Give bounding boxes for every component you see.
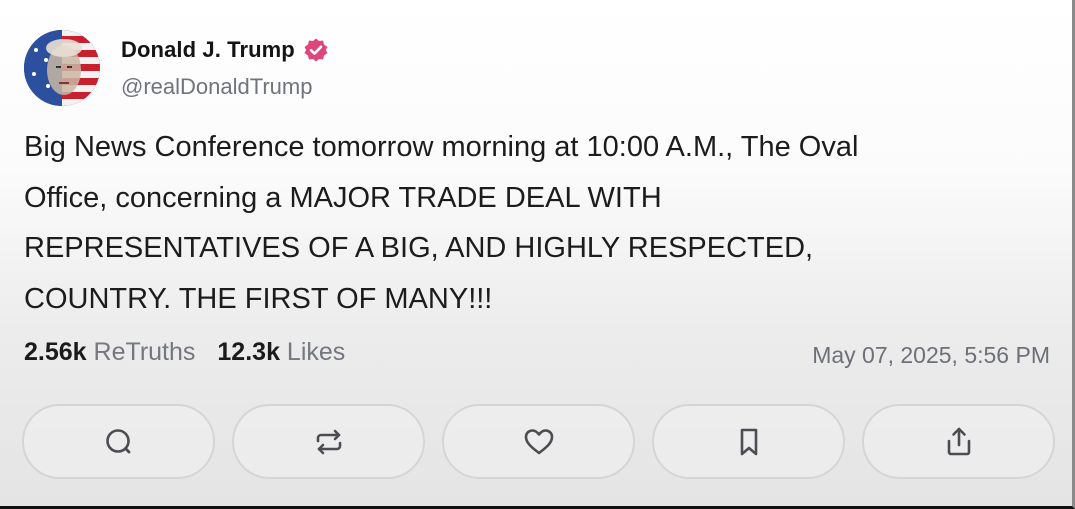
post-body-line: COUNTRY. THE FIRST OF MANY!!! xyxy=(24,282,493,315)
reply-icon xyxy=(105,428,130,453)
retruth-icon xyxy=(316,429,341,454)
retruths-label: ReTruths xyxy=(93,338,196,366)
retruths-stat[interactable]: 2.56k ReTruths xyxy=(24,338,195,367)
avatar-image xyxy=(24,30,100,106)
author-handle[interactable]: @realDonaldTrump xyxy=(121,74,312,100)
post-body: Big News Conference tomorrow morning at … xyxy=(24,122,1044,324)
action-bar xyxy=(22,404,1055,479)
author-name-row: Donald J. Trump xyxy=(121,35,329,65)
share-button[interactable] xyxy=(862,404,1055,479)
likes-label: Likes xyxy=(286,338,346,366)
like-heart-icon xyxy=(524,428,553,454)
retruths-count: 2.56k xyxy=(24,338,87,366)
bookmark-icon xyxy=(740,428,757,455)
likes-stat[interactable]: 12.3k Likes xyxy=(217,338,345,367)
bookmark-button[interactable] xyxy=(652,404,845,479)
like-button[interactable] xyxy=(442,404,635,479)
reply-button[interactable] xyxy=(22,404,215,479)
verified-badge-icon xyxy=(303,37,329,63)
post-card: Donald J. Trump @realDonaldTrump Big New… xyxy=(0,0,1075,509)
likes-count: 12.3k xyxy=(217,338,280,366)
share-icon xyxy=(947,427,970,455)
post-timestamp[interactable]: May 07, 2025, 5:56 PM xyxy=(812,342,1050,369)
engagement-stats: 2.56k ReTruths 12.3k Likes xyxy=(24,338,367,367)
author-name[interactable]: Donald J. Trump xyxy=(121,37,295,63)
post-body-line: Office, concerning a MAJOR TRADE DEAL WI… xyxy=(24,181,662,214)
post-body-line: REPRESENTATIVES OF A BIG, AND HIGHLY RES… xyxy=(24,232,814,264)
retruth-button[interactable] xyxy=(232,404,425,479)
author-avatar[interactable] xyxy=(24,30,100,106)
post-body-line: Big News Conference tomorrow morning at … xyxy=(24,131,859,163)
